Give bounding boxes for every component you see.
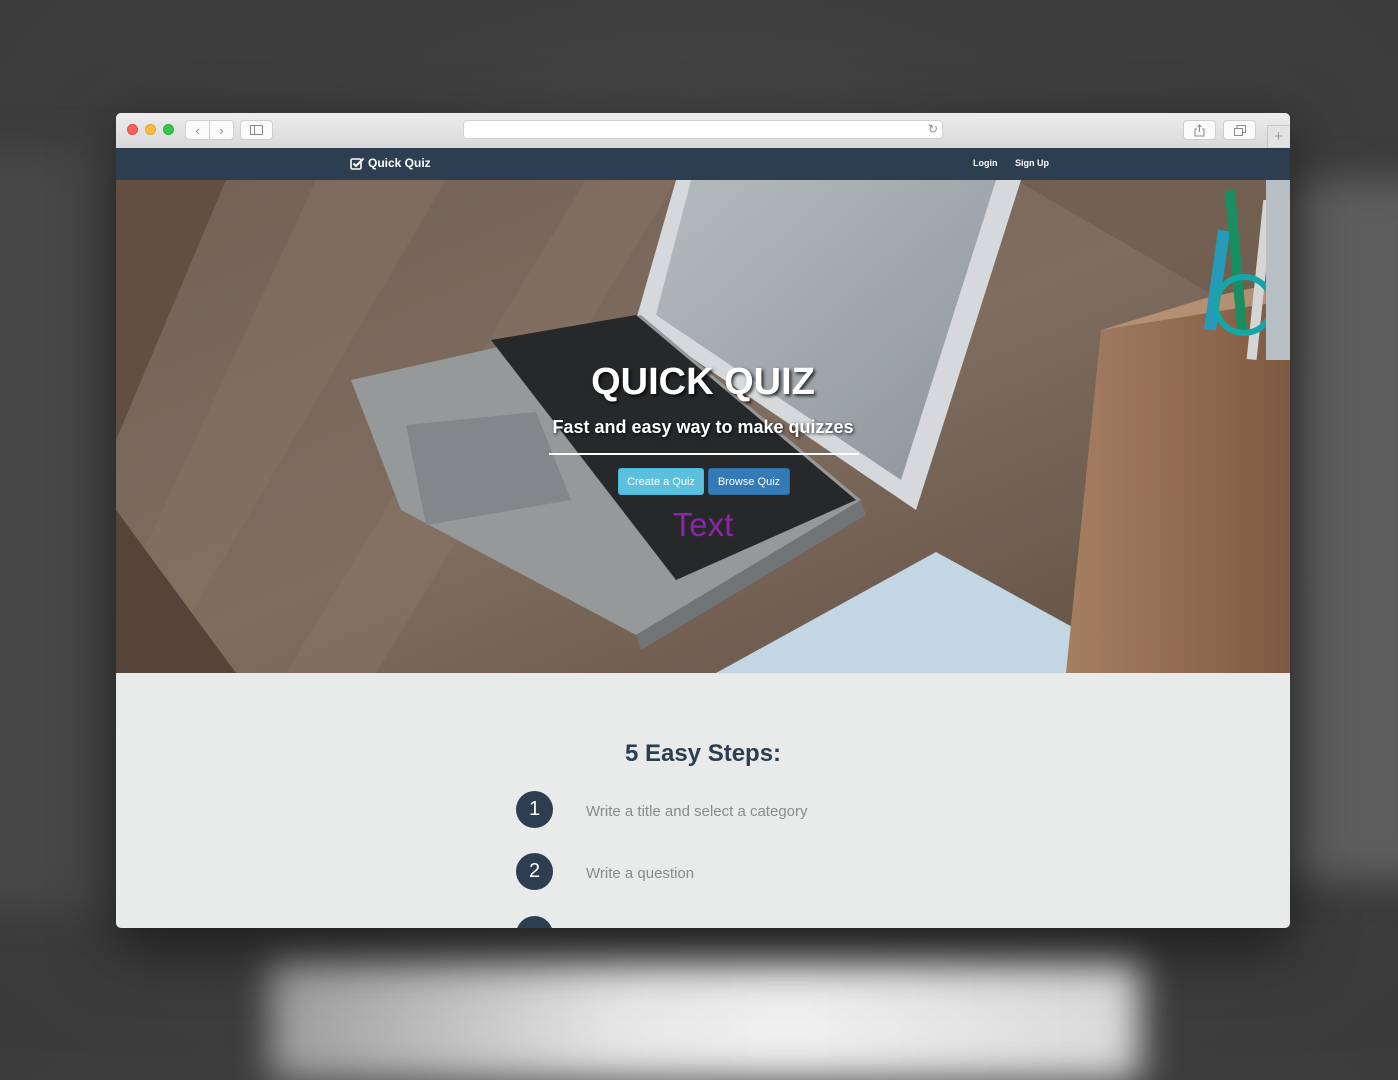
new-tab-button[interactable]: + — [1267, 125, 1289, 147]
browse-quiz-button[interactable]: Browse Quiz — [708, 468, 790, 495]
forward-button[interactable]: › — [209, 120, 234, 140]
close-window-button[interactable] — [127, 124, 138, 135]
brand-label: Quick Quiz — [368, 156, 431, 170]
hero-placeholder-text: Text — [672, 506, 734, 543]
step-text: Write a title and select a category — [586, 803, 808, 820]
login-link[interactable]: Login — [973, 158, 998, 168]
zoom-window-button[interactable] — [163, 124, 174, 135]
step-number-badge — [516, 916, 553, 928]
brand-link[interactable]: Quick Quiz — [350, 156, 431, 170]
tabs-overview-button[interactable] — [1223, 120, 1256, 140]
hero-subtitle: Fast and easy way to make quizzes — [552, 417, 854, 437]
hero-title: QUICK QUIZ — [591, 361, 815, 403]
chevron-left-icon: ‹ — [195, 122, 200, 138]
background-blur-left — [0, 150, 120, 910]
share-button[interactable] — [1183, 120, 1216, 140]
browser-window: ‹ › ↻ + Quick Quiz Login Sign Up QUICK Q… — [116, 113, 1290, 928]
sidebar-icon — [250, 125, 263, 135]
address-bar[interactable]: ↻ — [463, 120, 943, 139]
hero-section: QUICK QUIZ Fast and easy way to make qui… — [116, 180, 1290, 673]
browser-titlebar: ‹ › ↻ + — [116, 113, 1290, 149]
plus-icon: + — [1274, 128, 1283, 145]
signup-link[interactable]: Sign Up — [1015, 158, 1049, 168]
back-button[interactable]: ‹ — [185, 120, 210, 140]
tabs-icon — [1233, 124, 1246, 136]
step-number-badge: 1 — [516, 791, 553, 828]
background-blur-bottom — [270, 960, 1140, 1080]
step-text: Write a question — [586, 865, 695, 882]
steps-title: 5 Easy Steps: — [624, 740, 782, 767]
create-quiz-button[interactable]: Create a Quiz — [618, 468, 704, 495]
step-number-badge: 2 — [516, 853, 553, 890]
chevron-right-icon: › — [219, 122, 224, 138]
background-blur-right — [1290, 180, 1398, 880]
share-icon — [1194, 123, 1205, 136]
reload-icon[interactable]: ↻ — [928, 122, 938, 136]
check-square-icon — [350, 157, 365, 170]
site-navbar: Quick Quiz Login Sign Up — [116, 148, 1290, 180]
hero-divider — [549, 453, 859, 455]
sidebar-toggle-button[interactable] — [240, 120, 273, 140]
minimize-window-button[interactable] — [145, 124, 156, 135]
